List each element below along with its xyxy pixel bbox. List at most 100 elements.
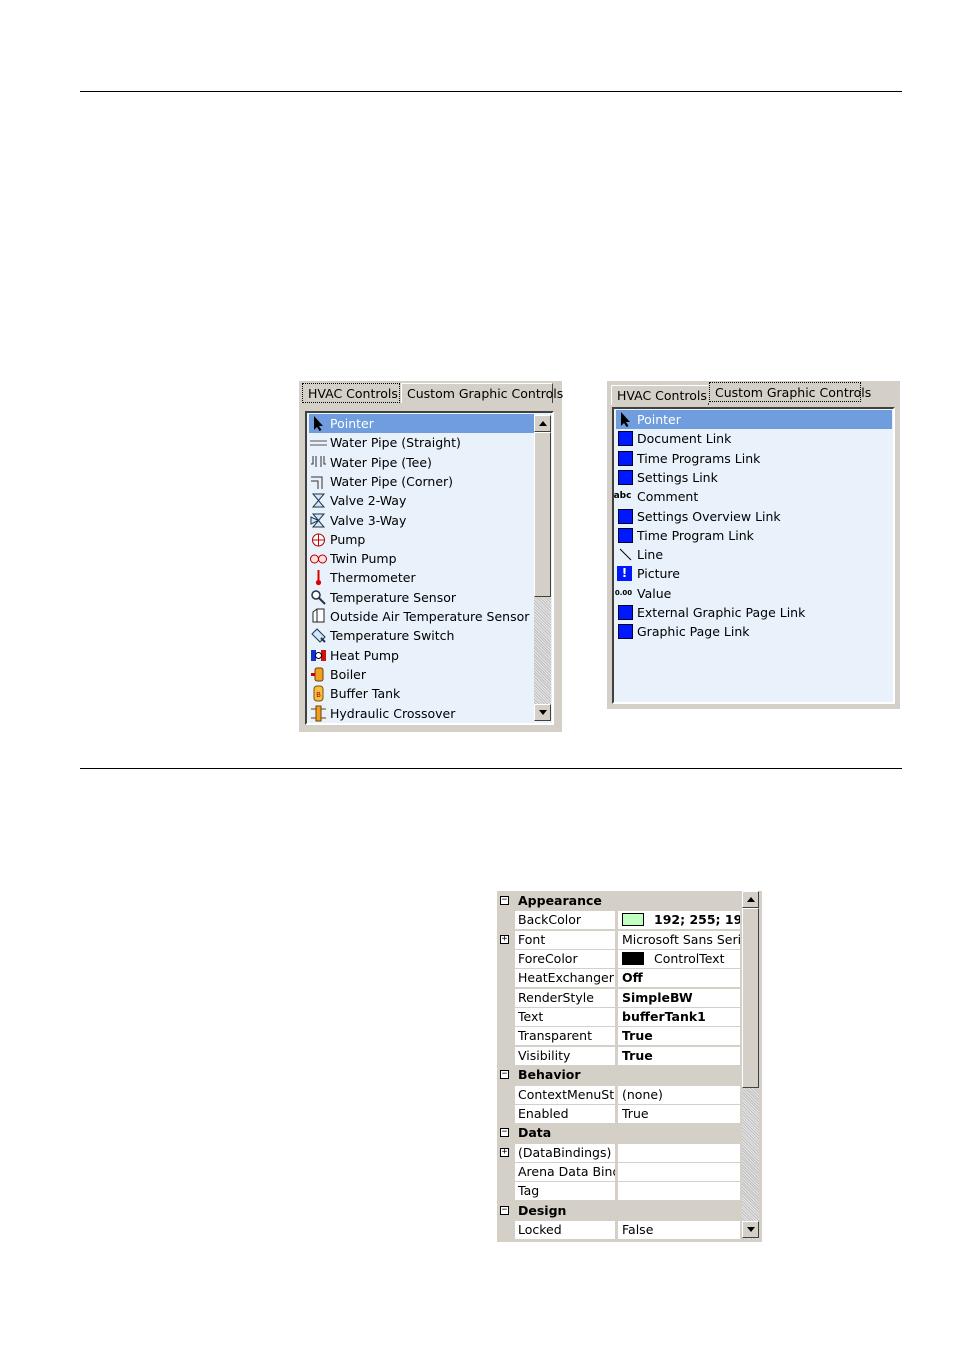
property-name[interactable]: Visibility — [515, 1046, 616, 1066]
list-item[interactable]: Line — [616, 545, 892, 564]
scroll-up-button[interactable] — [742, 891, 759, 908]
property-name[interactable]: BackColor — [515, 911, 616, 931]
list-item-label: External Graphic Page Link — [637, 605, 806, 620]
scroll-down-button[interactable] — [742, 1221, 759, 1238]
list-item[interactable]: B Buffer Tank — [309, 684, 534, 703]
tab-custom-graphic-controls[interactable]: Custom Graphic Controls — [708, 381, 871, 403]
property-name[interactable]: ContextMenuStrip — [515, 1085, 616, 1105]
property-value[interactable] — [618, 1182, 740, 1202]
buffer-tank-icon: B — [310, 685, 327, 702]
list-item[interactable]: Valve 3-Way — [309, 511, 534, 530]
tab-hvac-controls[interactable]: HVAC Controls — [611, 385, 709, 405]
collapse-icon[interactable]: − — [500, 1205, 509, 1215]
list-item-label: Twin Pump — [330, 551, 397, 567]
collapse-icon[interactable]: − — [500, 1070, 509, 1080]
property-name[interactable]: Font — [515, 930, 616, 950]
property-grid-scrollbar[interactable] — [742, 891, 759, 1240]
property-value[interactable] — [618, 1143, 740, 1163]
property-name[interactable]: Transparent — [515, 1027, 616, 1047]
list-item-selected[interactable]: Pointer — [309, 414, 534, 433]
property-value[interactable]: (none) — [618, 1085, 740, 1105]
property-value[interactable]: True — [618, 1027, 740, 1047]
color-swatch — [622, 952, 644, 966]
property-name[interactable]: Text — [515, 1008, 616, 1028]
list-item-label: Thermometer — [330, 570, 416, 586]
list-item[interactable]: Pump — [309, 530, 534, 549]
list-item[interactable]: Boiler — [309, 665, 534, 684]
list-item[interactable]: ! Picture — [616, 564, 892, 583]
property-row: Transparent True — [497, 1027, 740, 1047]
collapse-icon[interactable]: − — [500, 1128, 509, 1138]
property-value[interactable]: Off — [618, 969, 740, 989]
property-name[interactable]: Tag — [515, 1182, 616, 1202]
list-item[interactable]: Outside Air Temperature Sensor — [309, 607, 534, 626]
property-name[interactable]: HeatExchanger — [515, 969, 616, 989]
list-item[interactable]: External Graphic Page Link — [616, 603, 892, 622]
category-data[interactable]: − Data — [497, 1124, 740, 1144]
property-value[interactable] — [618, 1162, 740, 1182]
property-value[interactable]: SimpleBW — [618, 988, 740, 1008]
pipe-tee-icon — [310, 454, 327, 471]
hydraulic-crossover-icon — [310, 705, 327, 722]
list-item[interactable]: Valve 2-Way — [309, 491, 534, 510]
list-item-label: Line — [637, 547, 664, 563]
property-name[interactable]: ForeColor — [515, 950, 616, 970]
property-value[interactable]: 192; 255; 19 — [618, 911, 740, 931]
list-item[interactable]: Time Program Link — [616, 526, 892, 545]
property-name[interactable]: Enabled — [515, 1104, 616, 1124]
list-item-selected[interactable]: Pointer — [616, 410, 892, 429]
list-item[interactable]: Settings Link — [616, 468, 892, 487]
list-item[interactable]: Water Pipe (Straight) — [309, 433, 534, 452]
category-label: Data — [518, 1125, 552, 1141]
collapse-icon[interactable]: − — [500, 896, 509, 905]
list-item[interactable]: Twin Pump — [309, 549, 534, 568]
list-item[interactable]: Hydraulic Crossover — [309, 704, 534, 723]
category-appearance[interactable]: − Appearance — [497, 892, 740, 911]
list-item[interactable]: Temperature Switch — [309, 626, 534, 645]
list-item[interactable]: Settings Overview Link — [616, 507, 892, 526]
property-row: HeatExchanger Off — [497, 969, 740, 989]
category-behavior[interactable]: − Behavior — [497, 1066, 740, 1086]
scroll-thumb[interactable] — [742, 908, 759, 1088]
list-item[interactable]: Temperature Sensor — [309, 588, 534, 607]
list-item[interactable]: Water Pipe (Corner) — [309, 472, 534, 491]
temperature-switch-icon — [310, 627, 327, 644]
heat-pump-icon — [310, 647, 327, 664]
category-design[interactable]: − Design — [497, 1201, 740, 1221]
property-value[interactable]: True — [618, 1046, 740, 1066]
tab-hvac-controls[interactable]: HVAC Controls — [301, 382, 401, 404]
list-item-label: Picture — [637, 566, 680, 582]
expand-icon[interactable]: + — [500, 934, 509, 944]
property-row: + (DataBindings) — [497, 1143, 740, 1163]
list-item[interactable]: 0.00 Value — [615, 584, 892, 603]
property-value[interactable]: Microsoft Sans Serif; — [618, 930, 740, 950]
property-name[interactable]: Arena Data Bind — [515, 1162, 616, 1182]
property-value[interactable]: ControlText — [618, 950, 740, 970]
list-item[interactable]: Graphic Page Link — [616, 622, 892, 641]
pipe-straight-icon — [310, 434, 327, 451]
list-item[interactable]: Document Link — [616, 429, 892, 448]
list-item[interactable]: Thermometer — [309, 568, 534, 587]
tab-custom-graphic-controls[interactable]: Custom Graphic Controls — [401, 383, 563, 403]
list-item[interactable]: Water Pipe (Tee) — [309, 453, 534, 472]
property-value[interactable]: False — [618, 1220, 740, 1240]
blue-square-icon — [617, 430, 634, 447]
scroll-thumb[interactable] — [534, 432, 551, 597]
expand-icon[interactable]: + — [500, 1147, 509, 1157]
pump-icon — [310, 531, 327, 548]
list-item-label: Buffer Tank — [330, 686, 401, 702]
list-item[interactable]: abc Comment — [614, 487, 892, 506]
list-item[interactable]: Time Programs Link — [616, 449, 892, 468]
property-name[interactable]: RenderStyle — [515, 988, 616, 1008]
property-value-text: 192; 255; 19 — [654, 912, 740, 928]
property-value[interactable]: True — [618, 1104, 740, 1124]
color-swatch — [622, 913, 644, 927]
property-value[interactable]: bufferTank1 — [618, 1008, 740, 1028]
property-row: BackColor 192; 255; 19 — [497, 911, 740, 931]
list-item[interactable]: Heat Pump — [309, 646, 534, 665]
scroll-down-button[interactable] — [534, 704, 551, 721]
vertical-scrollbar[interactable] — [534, 415, 551, 721]
scroll-up-button[interactable] — [534, 415, 551, 432]
property-name[interactable]: Locked — [515, 1220, 616, 1240]
property-name[interactable]: (DataBindings) — [515, 1143, 616, 1163]
